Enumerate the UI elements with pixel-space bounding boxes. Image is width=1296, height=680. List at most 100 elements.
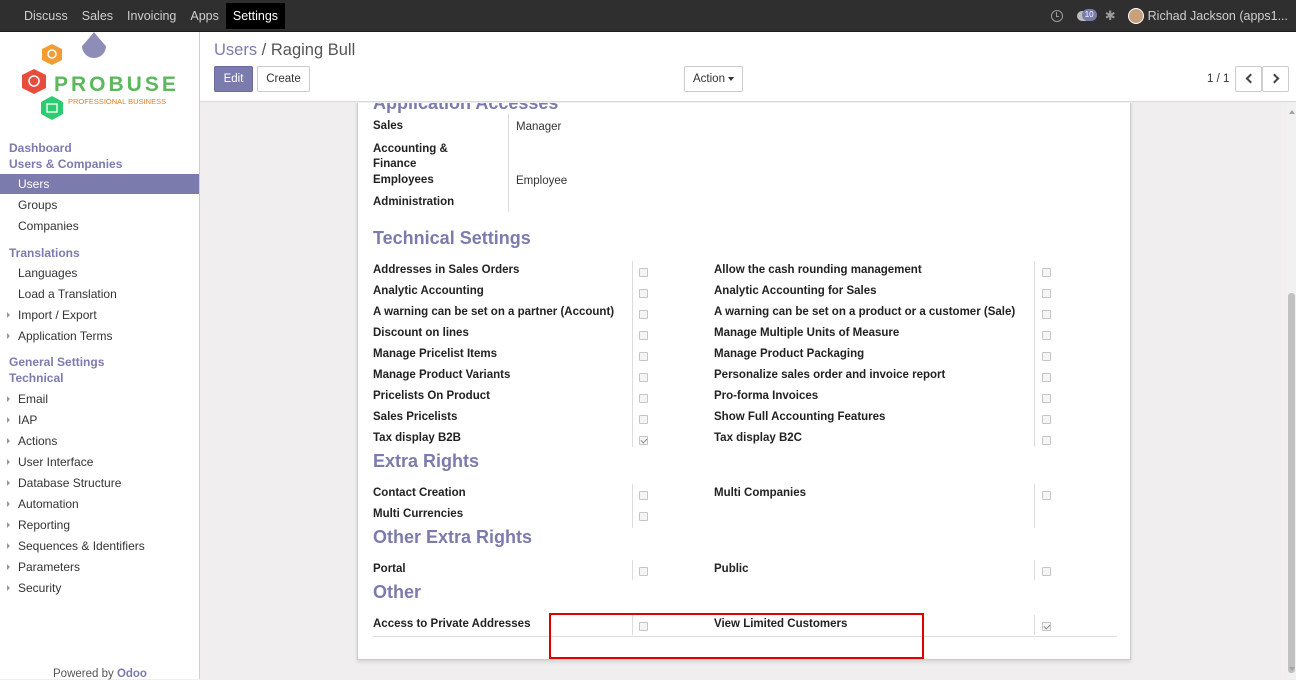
label-pricelists-on-product: Pricelists On Product bbox=[373, 390, 490, 402]
checkbox-manage-product-variants[interactable] bbox=[639, 373, 648, 382]
user-avatar[interactable] bbox=[1127, 8, 1144, 24]
checkbox-tax-display-b2b[interactable] bbox=[639, 436, 648, 445]
checkbox-tax-display-b2c[interactable] bbox=[1042, 436, 1051, 445]
checkbox-proforma-invoices[interactable] bbox=[1042, 394, 1051, 403]
sidebar-item-email[interactable]: Email bbox=[0, 389, 199, 409]
company-logo[interactable]: PROBUSE PROFESSIONAL BUSINESS bbox=[16, 32, 186, 132]
sidebar-item-import-export[interactable]: Import / Export bbox=[0, 305, 199, 325]
sidebar-item-automation[interactable]: Automation bbox=[0, 494, 199, 514]
sidebar-technical[interactable]: Technical bbox=[9, 371, 63, 385]
action-label: Action bbox=[693, 73, 725, 85]
logo-hex-green-icon bbox=[41, 96, 63, 120]
menu-apps[interactable]: Apps bbox=[183, 0, 226, 32]
checkbox-sales-pricelists[interactable] bbox=[639, 415, 648, 424]
sidebar-item-companies[interactable]: Companies bbox=[0, 216, 199, 236]
checkbox-multi-currencies[interactable] bbox=[639, 512, 648, 521]
checkbox-pricelists-on-product[interactable] bbox=[639, 394, 648, 403]
label-addresses-sales-orders: Addresses in Sales Orders bbox=[373, 264, 520, 276]
sidebar-item-actions[interactable]: Actions bbox=[0, 431, 199, 451]
sidebar-translations[interactable]: Translations bbox=[9, 246, 80, 260]
create-button[interactable]: Create bbox=[257, 66, 310, 92]
section-extra-rights: Extra Rights bbox=[373, 451, 480, 471]
checkbox-personalize-report[interactable] bbox=[1042, 373, 1051, 382]
sidebar-item-sequences[interactable]: Sequences & Identifiers bbox=[0, 536, 199, 556]
checkbox-multiple-uom[interactable] bbox=[1042, 331, 1051, 340]
sidebar-item-languages[interactable]: Languages bbox=[0, 263, 199, 283]
checkbox-warning-partner[interactable] bbox=[639, 310, 648, 319]
activity-clock-icon[interactable] bbox=[1050, 10, 1063, 22]
label-multiple-uom: Manage Multiple Units of Measure bbox=[714, 327, 900, 339]
highlight-box bbox=[549, 613, 924, 659]
field-divider bbox=[1034, 484, 1035, 528]
debug-bug-icon[interactable]: ✱ bbox=[1105, 8, 1116, 24]
menu-sales[interactable]: Sales bbox=[75, 0, 120, 32]
messages-icon[interactable]: 10 bbox=[1076, 9, 1097, 23]
odoo-link[interactable]: Odoo bbox=[117, 668, 147, 680]
label-warning-product: A warning can be set on a product or a c… bbox=[714, 306, 1016, 318]
checkbox-discount-lines[interactable] bbox=[639, 331, 648, 340]
sidebar-item-load-translation[interactable]: Load a Translation bbox=[0, 284, 199, 304]
sidebar-general-settings[interactable]: General Settings bbox=[9, 355, 104, 369]
checkbox-contact-creation[interactable] bbox=[639, 491, 648, 500]
sidebar-item-users[interactable]: Users bbox=[0, 174, 199, 194]
action-dropdown[interactable]: Action bbox=[684, 66, 743, 92]
sidebar-item-user-interface[interactable]: User Interface bbox=[0, 452, 199, 472]
checkbox-manage-pricelist-items[interactable] bbox=[639, 352, 648, 361]
logo-drop-icon bbox=[82, 32, 106, 58]
section-other: Other bbox=[373, 582, 422, 602]
label-warning-partner: A warning can be set on a partner (Accou… bbox=[373, 306, 615, 318]
field-divider bbox=[632, 560, 633, 580]
scrollbar-thumb[interactable] bbox=[1288, 293, 1295, 673]
sidebar-item-database-structure[interactable]: Database Structure bbox=[0, 473, 199, 493]
radio-public[interactable] bbox=[1042, 567, 1051, 576]
user-menu-name[interactable]: Richad Jackson (apps1... bbox=[1148, 9, 1288, 23]
field-divider bbox=[632, 484, 633, 528]
scroll-down-arrow-icon[interactable] bbox=[1289, 667, 1295, 671]
menu-settings[interactable]: Settings bbox=[225, 3, 286, 29]
label-tax-display-b2b: Tax display B2B bbox=[373, 432, 461, 444]
label-administration: Administration bbox=[373, 196, 455, 208]
pager-previous-button[interactable] bbox=[1235, 66, 1262, 92]
value-sales[interactable]: Manager bbox=[516, 121, 561, 133]
pager-next-button[interactable] bbox=[1262, 66, 1289, 92]
main-menu: Discuss Sales Invoicing Apps Settings bbox=[17, 0, 286, 32]
sidebar-item-groups[interactable]: Groups bbox=[0, 195, 199, 215]
scroll-up-arrow-icon[interactable] bbox=[1289, 110, 1295, 114]
label-public: Public bbox=[714, 563, 749, 575]
label-accounting-finance: Accounting & Finance bbox=[373, 143, 448, 170]
label-tax-display-b2c: Tax display B2C bbox=[714, 432, 802, 444]
radio-portal[interactable] bbox=[639, 567, 648, 576]
checkbox-analytic-accounting[interactable] bbox=[639, 289, 648, 298]
breadcrumb-users-link[interactable]: Users bbox=[214, 41, 257, 59]
label-cash-rounding: Allow the cash rounding management bbox=[714, 264, 922, 276]
checkbox-cash-rounding[interactable] bbox=[1042, 268, 1051, 277]
sidebar: PROBUSE PROFESSIONAL BUSINESS Dashboard … bbox=[0, 32, 200, 680]
sidebar-item-iap[interactable]: IAP bbox=[0, 410, 199, 430]
label-discount-lines: Discount on lines bbox=[373, 327, 469, 339]
sidebar-users-companies[interactable]: Users & Companies bbox=[9, 157, 122, 171]
checkbox-addresses-sales-orders[interactable] bbox=[639, 268, 648, 277]
label-proforma-invoices: Pro-forma Invoices bbox=[714, 390, 819, 402]
label-multi-currencies: Multi Currencies bbox=[373, 508, 464, 520]
label-analytic-accounting-sales: Analytic Accounting for Sales bbox=[714, 285, 877, 297]
checkbox-analytic-accounting-sales[interactable] bbox=[1042, 289, 1051, 298]
chevron-left-icon bbox=[1245, 73, 1255, 84]
menu-invoicing[interactable]: Invoicing bbox=[120, 0, 183, 32]
vertical-scrollbar[interactable] bbox=[1287, 103, 1296, 679]
sidebar-item-security[interactable]: Security bbox=[0, 578, 199, 598]
sidebar-item-parameters[interactable]: Parameters bbox=[0, 557, 199, 577]
sidebar-item-application-terms[interactable]: Application Terms bbox=[0, 326, 199, 346]
sidebar-item-reporting[interactable]: Reporting bbox=[0, 515, 199, 535]
value-employees[interactable]: Employee bbox=[516, 175, 567, 187]
label-sales-pricelists: Sales Pricelists bbox=[373, 411, 458, 423]
label-private-addresses: Access to Private Addresses bbox=[373, 618, 531, 630]
field-divider bbox=[1034, 261, 1035, 447]
checkbox-product-packaging[interactable] bbox=[1042, 352, 1051, 361]
menu-discuss[interactable]: Discuss bbox=[17, 0, 75, 32]
sidebar-dashboard[interactable]: Dashboard bbox=[9, 141, 72, 155]
checkbox-view-limited-customers[interactable] bbox=[1042, 622, 1051, 631]
edit-button[interactable]: Edit bbox=[214, 66, 253, 92]
checkbox-multi-companies[interactable] bbox=[1042, 491, 1051, 500]
checkbox-full-accounting[interactable] bbox=[1042, 415, 1051, 424]
checkbox-warning-product[interactable] bbox=[1042, 310, 1051, 319]
